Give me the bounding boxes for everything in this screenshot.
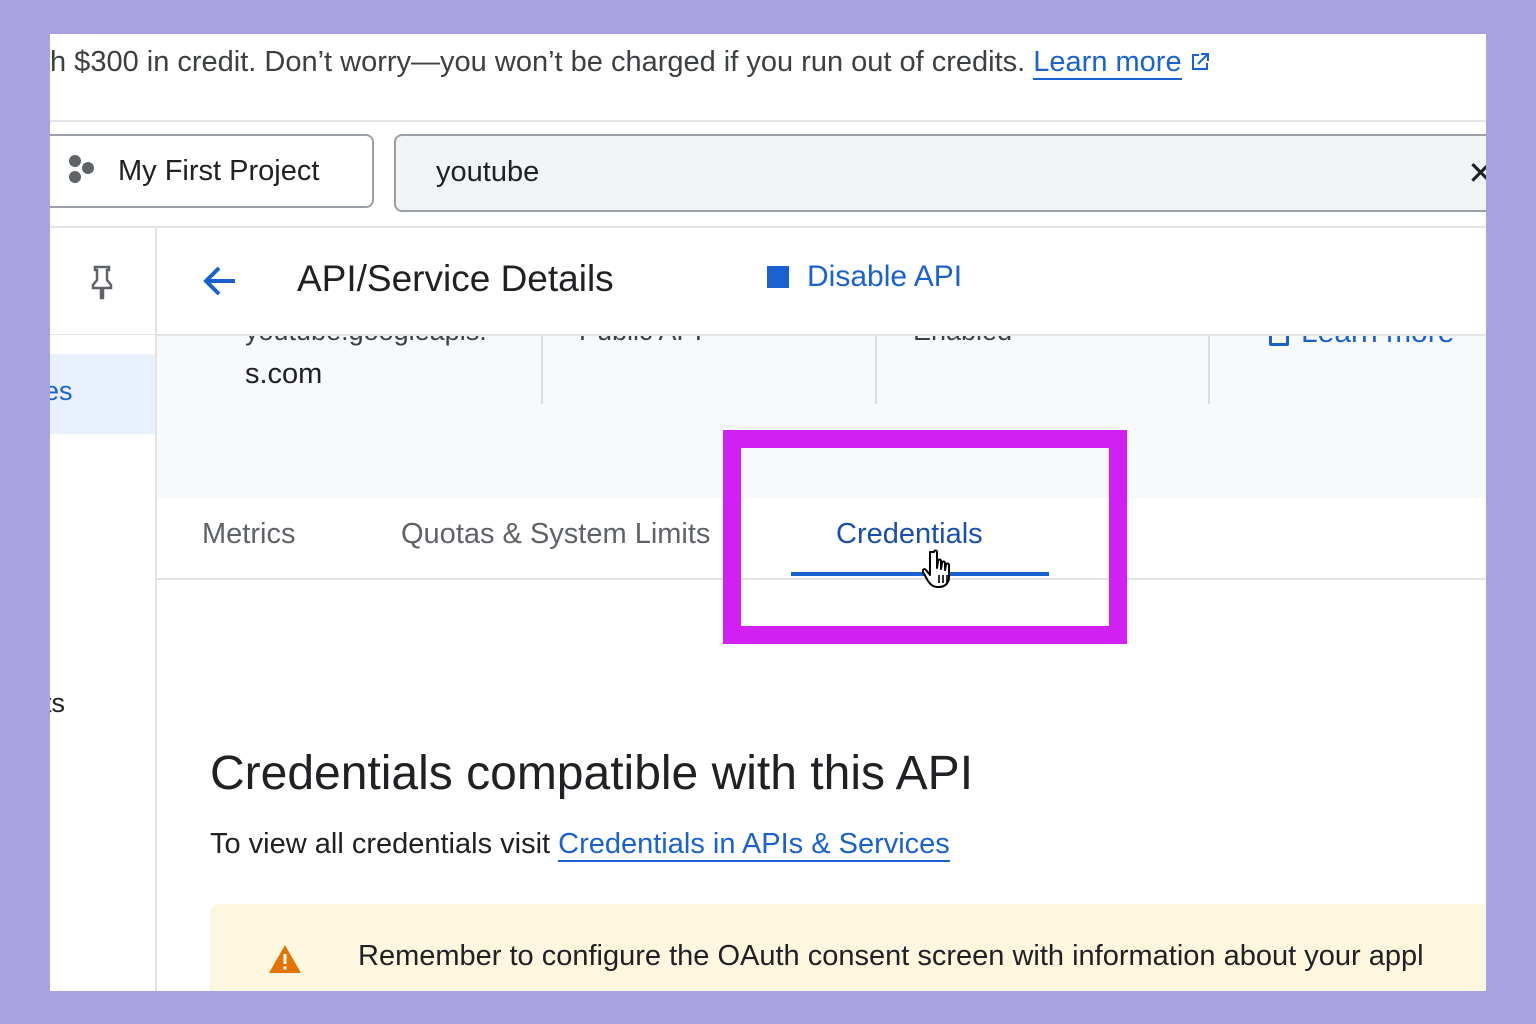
- detail-value: s.com: [245, 358, 323, 390]
- search-input[interactable]: youtube ✕: [394, 134, 1486, 212]
- sidebar-divider: [50, 334, 155, 335]
- arrow-back-icon[interactable]: [199, 260, 241, 307]
- documentation-link[interactable]: Learn more: [1269, 334, 1454, 350]
- warning-icon: [268, 944, 302, 979]
- tab-quotas[interactable]: Quotas & System Limits: [401, 518, 710, 551]
- sidebar-item-label[interactable]: ts: [50, 688, 65, 719]
- credit-banner: h $300 in credit. Don’t worry—you won’t …: [50, 34, 1486, 122]
- pin-icon[interactable]: [88, 264, 116, 305]
- stop-icon: [767, 266, 789, 288]
- notice-text: Remember to configure the OAuth consent …: [358, 940, 1424, 972]
- left-nav: es ts: [50, 228, 157, 991]
- page-header: API/Service Details Disable API: [157, 228, 1486, 336]
- learn-more-link[interactable]: Learn more: [1033, 46, 1182, 80]
- project-picker-button[interactable]: My First Project: [50, 134, 374, 208]
- page-title: API/Service Details: [297, 258, 614, 299]
- disable-api-label: Disable API: [807, 260, 963, 293]
- banner-message: h $300 in credit. Don’t worry—you won’t …: [50, 46, 1026, 78]
- detail-column-status: Enabled: [875, 334, 1210, 404]
- documentation-link-label: Learn more: [1301, 334, 1454, 350]
- detail-column-type: Public API: [541, 334, 877, 404]
- credentials-apis-link[interactable]: Credentials in APIs & Services: [558, 828, 950, 862]
- section-title: Credentials compatible with this API: [210, 747, 974, 800]
- sidebar-item-label: es: [50, 376, 73, 406]
- active-tab-indicator: [791, 572, 1049, 576]
- disable-api-button[interactable]: Disable API: [767, 260, 962, 294]
- api-details-panel: youtube.googleapis. s.com Public API Ena…: [157, 334, 1486, 498]
- project-name: My First Project: [118, 154, 320, 187]
- tab-credentials[interactable]: Credentials: [836, 518, 983, 551]
- detail-column-service-name: youtube.googleapis. s.com: [157, 334, 543, 404]
- browser-viewport: h $300 in credit. Don’t worry—you won’t …: [50, 34, 1486, 991]
- banner-text-line: h $300 in credit. Don’t worry—you won’t …: [50, 46, 1212, 82]
- section-subtitle-text: To view all credentials visit: [210, 828, 559, 860]
- section-subtitle: To view all credentials visit Credential…: [210, 828, 950, 862]
- top-bar: My First Project youtube ✕: [50, 122, 1486, 228]
- search-value: youtube: [436, 156, 540, 188]
- tab-metrics[interactable]: Metrics: [202, 518, 295, 551]
- detail-tabs: Metrics Quotas & System Limits Credentia…: [157, 498, 1486, 580]
- main-content: API/Service Details Disable API youtube.…: [157, 228, 1486, 991]
- open-in-new-icon[interactable]: [1188, 49, 1212, 82]
- project-hexagons-icon: [66, 153, 98, 190]
- sidebar-item-active[interactable]: es: [50, 354, 155, 434]
- oauth-warning-notice: Remember to configure the OAuth consent …: [210, 904, 1486, 991]
- close-icon[interactable]: ✕: [1467, 154, 1486, 192]
- hand-cursor-icon: [921, 548, 960, 597]
